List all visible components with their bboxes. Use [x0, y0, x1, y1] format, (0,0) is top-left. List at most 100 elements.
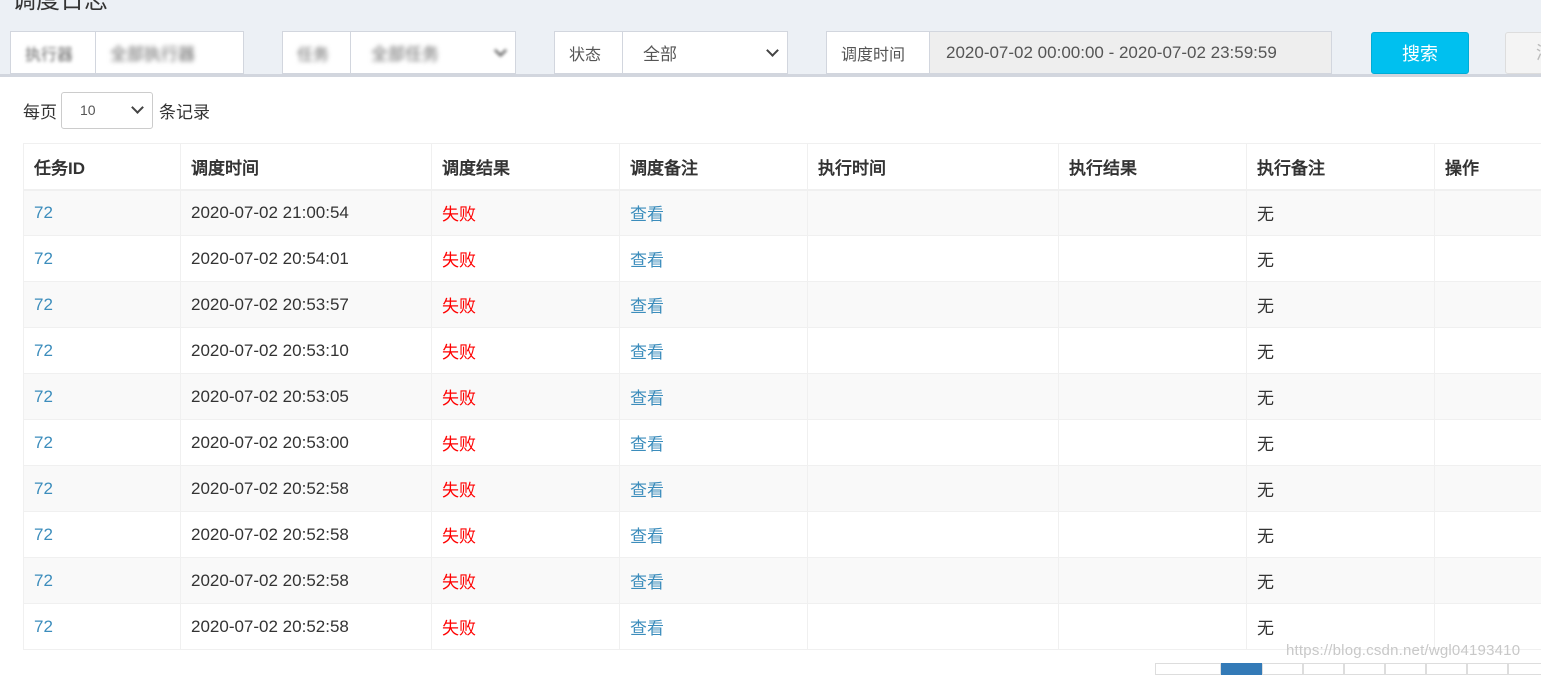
page-prev-button[interactable]	[1155, 663, 1221, 675]
status-value: 全部	[643, 40, 677, 65]
table-cell: 72	[24, 328, 181, 374]
table-cell	[1059, 558, 1247, 604]
table-cell: 失败	[432, 190, 620, 236]
table-cell: 失败	[432, 328, 620, 374]
handle-note-cell: 无	[1257, 297, 1274, 316]
table-cell	[1059, 512, 1247, 558]
pagination	[1155, 663, 1541, 675]
col-header-trigger-note[interactable]: 调度备注	[620, 144, 808, 190]
col-header-handle-result[interactable]: 执行结果	[1059, 144, 1247, 190]
table-cell	[1435, 374, 1541, 420]
table-cell	[1059, 604, 1247, 650]
page-4-button[interactable]	[1344, 663, 1385, 675]
trigger-note-link[interactable]: 查看	[630, 435, 664, 454]
task-id-link[interactable]: 72	[34, 249, 53, 268]
col-header-handle-note[interactable]: 执行备注	[1247, 144, 1435, 190]
executor-filter[interactable]: 执行器 全部执行器	[10, 31, 244, 74]
status-filter[interactable]: 状态 全部	[554, 31, 788, 74]
trigger-time-cell: 2020-07-02 20:52:58	[191, 479, 349, 498]
page-1-button[interactable]	[1221, 663, 1262, 675]
table-cell: 查看	[620, 236, 808, 282]
trigger-note-link[interactable]: 查看	[630, 251, 664, 270]
trigger-note-link[interactable]: 查看	[630, 619, 664, 638]
table-cell	[808, 190, 1059, 236]
page-5-button[interactable]	[1385, 663, 1426, 675]
table-cell: 查看	[620, 190, 808, 236]
trigger-note-link[interactable]: 查看	[630, 205, 664, 224]
chevron-down-icon	[131, 101, 144, 114]
trigger-note-link[interactable]: 查看	[630, 573, 664, 592]
table-cell	[1059, 282, 1247, 328]
page-length-select[interactable]: 10	[61, 92, 153, 129]
task-id-link[interactable]: 72	[34, 525, 53, 544]
table-row: 722020-07-02 20:52:58失败查看无	[24, 558, 1541, 604]
time-label: 调度时间	[827, 32, 930, 73]
page-3-button[interactable]	[1303, 663, 1344, 675]
col-header-trigger-time[interactable]: 调度时间	[181, 144, 432, 190]
task-id-link[interactable]: 72	[34, 387, 53, 406]
table-row: 722020-07-02 20:54:01失败查看无	[24, 236, 1541, 282]
time-filter[interactable]: 调度时间 2020-07-02 00:00:00 - 2020-07-02 23…	[826, 31, 1332, 74]
trigger-result-cell: 失败	[442, 343, 476, 362]
table-cell	[1059, 374, 1247, 420]
task-id-link[interactable]: 72	[34, 203, 53, 222]
table-cell: 72	[24, 512, 181, 558]
table-cell: 无	[1247, 328, 1435, 374]
trigger-note-link[interactable]: 查看	[630, 527, 664, 546]
table-row: 722020-07-02 20:53:05失败查看无	[24, 374, 1541, 420]
table-cell	[1059, 190, 1247, 236]
page-next-button[interactable]	[1508, 663, 1541, 675]
table-cell: 失败	[432, 420, 620, 466]
task-id-link[interactable]: 72	[34, 433, 53, 452]
watermark: https://blog.csdn.net/wgl04193410	[1286, 642, 1520, 659]
table-cell: 无	[1247, 420, 1435, 466]
table-cell: 72	[24, 374, 181, 420]
trigger-time-cell: 2020-07-02 20:54:01	[191, 249, 349, 268]
table-cell	[808, 558, 1059, 604]
task-value: 全部任务	[371, 40, 439, 65]
page-2-button[interactable]	[1262, 663, 1303, 675]
trigger-result-cell: 失败	[442, 251, 476, 270]
table-cell: 无	[1247, 512, 1435, 558]
table-cell	[1435, 328, 1541, 374]
trigger-time-cell: 2020-07-02 20:52:58	[191, 617, 349, 636]
executor-select[interactable]: 全部执行器	[96, 32, 243, 73]
page-6-button[interactable]	[1426, 663, 1467, 675]
task-id-link[interactable]: 72	[34, 479, 53, 498]
daterange-input[interactable]: 2020-07-02 00:00:00 - 2020-07-02 23:59:5…	[930, 32, 1331, 73]
table-cell	[808, 236, 1059, 282]
task-select[interactable]: 全部任务	[351, 32, 515, 73]
trigger-result-cell: 失败	[442, 481, 476, 500]
trigger-result-cell: 失败	[442, 527, 476, 546]
table-cell: 无	[1247, 558, 1435, 604]
clear-button[interactable]: 清	[1505, 32, 1541, 74]
trigger-time-cell: 2020-07-02 20:53:10	[191, 341, 349, 360]
table-row: 722020-07-02 20:52:58失败查看无	[24, 512, 1541, 558]
trigger-note-link[interactable]: 查看	[630, 389, 664, 408]
task-filter[interactable]: 任务 全部任务	[282, 31, 516, 74]
table-row: 722020-07-02 21:00:54失败查看无	[24, 190, 1541, 236]
search-button[interactable]: 搜索	[1371, 32, 1469, 74]
table-cell: 2020-07-02 20:52:58	[181, 466, 432, 512]
table-cell: 2020-07-02 20:53:05	[181, 374, 432, 420]
trigger-note-link[interactable]: 查看	[630, 481, 664, 500]
page-7-button[interactable]	[1467, 663, 1508, 675]
table-cell: 2020-07-02 20:52:58	[181, 558, 432, 604]
task-id-link[interactable]: 72	[34, 617, 53, 636]
status-select[interactable]: 全部	[623, 32, 787, 73]
page-length-control: 每页 10 条记录	[23, 91, 210, 129]
chevron-down-icon	[494, 44, 507, 57]
trigger-note-link[interactable]: 查看	[630, 343, 664, 362]
trigger-note-link[interactable]: 查看	[630, 297, 664, 316]
trigger-time-cell: 2020-07-02 20:53:57	[191, 295, 349, 314]
chevron-down-icon	[766, 44, 779, 57]
col-header-trigger-result[interactable]: 调度结果	[432, 144, 620, 190]
task-id-link[interactable]: 72	[34, 341, 53, 360]
col-header-handle-time[interactable]: 执行时间	[808, 144, 1059, 190]
handle-note-cell: 无	[1257, 527, 1274, 546]
table-cell: 72	[24, 466, 181, 512]
task-id-link[interactable]: 72	[34, 571, 53, 590]
col-header-task-id[interactable]: 任务ID	[24, 144, 181, 190]
page-length-value: 10	[80, 102, 96, 118]
task-id-link[interactable]: 72	[34, 295, 53, 314]
